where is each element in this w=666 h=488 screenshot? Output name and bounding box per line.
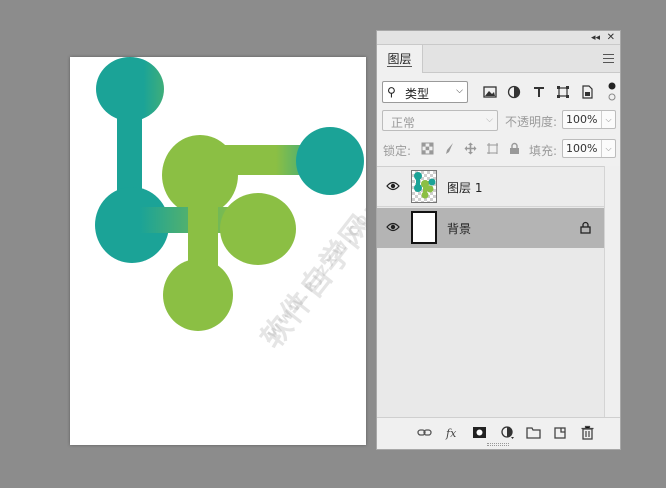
layers-panel: ◂◂ ✕ 图层 ⚲ 类型 ⌵ 正常 ⌵ 不透明度: 100% ⌵ 锁定: 填充:… xyxy=(376,30,621,450)
link-layers-icon[interactable] xyxy=(417,425,432,440)
layer-row-selected[interactable]: 背景 xyxy=(377,208,605,248)
layers-bottom-toolbar: fx xyxy=(377,417,620,449)
layer-row[interactable]: 图层 1 xyxy=(377,167,605,207)
blend-mode-select[interactable]: 正常 ⌵ xyxy=(382,110,498,131)
filter-type-label: 类型 xyxy=(405,87,430,101)
resize-grip[interactable] xyxy=(487,443,509,446)
document-canvas[interactable]: 软件自学网 WWW.RJZXW.COM xyxy=(70,57,366,445)
smart-object-filter-icon[interactable] xyxy=(580,85,594,99)
collapse-panel-icon[interactable]: ◂◂ xyxy=(591,31,600,45)
chevron-down-icon: ⌵ xyxy=(456,86,463,96)
new-adjustment-layer-icon[interactable] xyxy=(500,425,515,440)
filter-type-select[interactable]: ⚲ 类型 ⌵ xyxy=(382,81,468,103)
lock-all-icon[interactable] xyxy=(508,142,521,155)
lock-image-pixels-icon[interactable] xyxy=(442,142,455,155)
fx-layer-style-icon[interactable]: fx xyxy=(445,425,460,440)
blend-row: 正常 ⌵ 不透明度: 100% ⌵ xyxy=(377,109,620,133)
filter-row: ⚲ 类型 ⌵ xyxy=(377,79,620,105)
lock-transparent-pixels-icon[interactable] xyxy=(421,142,434,155)
layers-scrollbar[interactable] xyxy=(604,166,620,417)
new-group-folder-icon[interactable] xyxy=(526,425,541,440)
image-filter-icon[interactable] xyxy=(483,85,497,99)
adjustment-filter-icon[interactable] xyxy=(507,85,521,99)
lock-position-icon[interactable] xyxy=(464,142,477,155)
panel-menu-icon[interactable] xyxy=(603,54,614,63)
tab-layers[interactable]: 图层 xyxy=(377,45,423,73)
layer-name[interactable]: 图层 1 xyxy=(447,179,482,196)
chevron-down-icon[interactable]: ⌵ xyxy=(601,140,615,157)
visibility-eye-icon[interactable] xyxy=(386,222,400,232)
search-icon: ⚲ xyxy=(387,85,396,99)
opacity-input[interactable]: 100% ⌵ xyxy=(562,110,616,129)
new-layer-icon[interactable] xyxy=(553,425,568,440)
add-mask-icon[interactable] xyxy=(472,425,487,440)
layer-thumbnail[interactable] xyxy=(411,170,437,203)
filter-toggle-icon[interactable] xyxy=(608,82,616,101)
visibility-eye-icon[interactable] xyxy=(386,181,400,191)
logo-thumbnail-icon xyxy=(414,172,436,199)
delete-layer-trash-icon[interactable] xyxy=(580,425,595,440)
panel-tab-bar: 图层 xyxy=(377,45,620,73)
close-icon[interactable]: ✕ xyxy=(607,31,615,45)
lock-icon[interactable] xyxy=(580,221,591,234)
fill-label: 填充: xyxy=(529,144,558,158)
lock-row: 锁定: 填充: 100% ⌵ xyxy=(377,138,620,160)
chevron-down-icon: ⌵ xyxy=(486,115,493,125)
svg-text:fx: fx xyxy=(445,427,457,440)
lock-artboard-icon[interactable] xyxy=(486,142,499,155)
opacity-label: 不透明度: xyxy=(505,115,558,129)
layer-thumbnail[interactable] xyxy=(411,211,437,244)
chevron-down-icon[interactable]: ⌵ xyxy=(601,111,615,128)
blend-mode-value: 正常 xyxy=(391,116,416,130)
fill-input[interactable]: 100% ⌵ xyxy=(562,139,616,158)
layers-list: 图层 1 背景 xyxy=(377,166,605,417)
lock-label: 锁定: xyxy=(383,144,412,158)
panel-title-bar[interactable]: ◂◂ ✕ xyxy=(377,31,620,45)
shape-filter-icon[interactable] xyxy=(556,85,570,99)
layer-name[interactable]: 背景 xyxy=(447,220,471,237)
type-filter-icon[interactable] xyxy=(532,85,546,99)
